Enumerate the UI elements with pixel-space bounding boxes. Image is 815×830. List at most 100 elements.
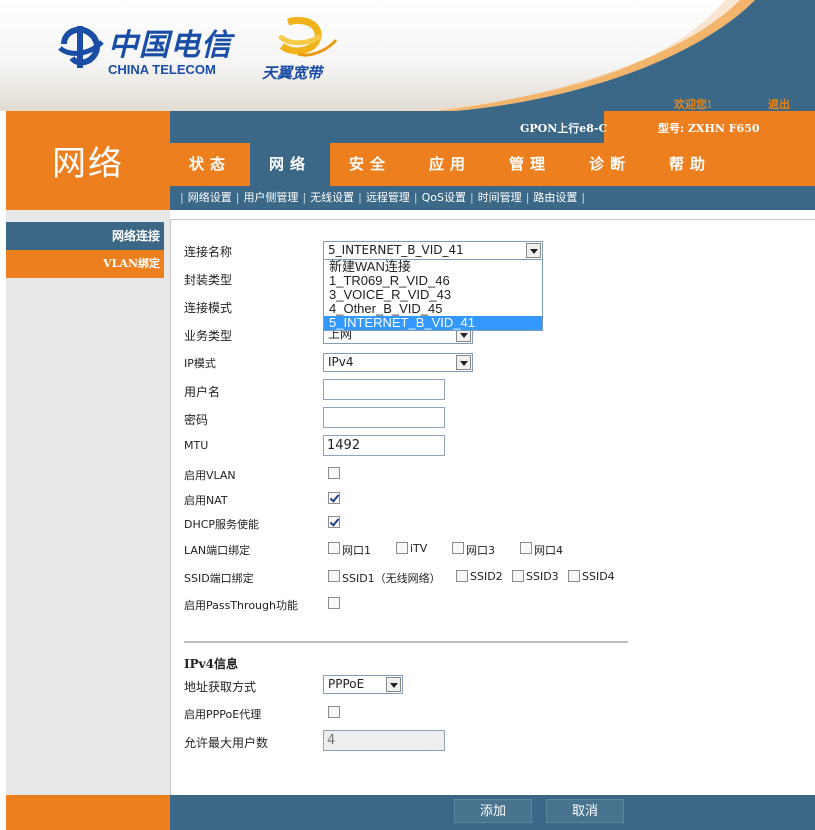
submenu-underline <box>170 210 815 220</box>
menu-item-security[interactable]: 安全 <box>330 143 410 186</box>
menu-item-help[interactable]: 帮助 <box>650 143 730 186</box>
submenu-separator: | <box>525 191 530 204</box>
submenu-remote-mgmt[interactable]: 远程管理 <box>366 191 410 204</box>
encap-type-label: 封装类型 <box>184 273 233 287</box>
mtu-input[interactable]: 1492 <box>323 435 445 456</box>
chevron-down-icon <box>526 243 541 258</box>
mtu-label: MTU <box>184 439 209 452</box>
submenu-separator: | <box>413 191 418 204</box>
ssid1-label: SSID1（无线网络） <box>342 572 441 585</box>
submenu-network-settings[interactable]: 网络设置 <box>188 191 232 204</box>
brand-name-en: CHINA TELECOM <box>108 62 216 77</box>
password-label: 密码 <box>184 413 209 427</box>
sidebar-item-network-connection[interactable]: 网络连接 <box>6 222 164 250</box>
submenu-route-settings[interactable]: 路由设置 <box>533 191 577 204</box>
product-logo-text: 天翼宽带 <box>262 64 323 82</box>
submenu-separator: | <box>180 191 184 204</box>
ssid4-checkbox[interactable] <box>568 570 580 582</box>
logout-link[interactable]: 退出 <box>768 96 790 112</box>
header-banner: 中国电信 CHINA TELECOM 天翼宽带 <box>0 0 815 111</box>
username-label: 用户名 <box>184 385 221 399</box>
sidebar <box>6 210 170 795</box>
banner-swoosh-graphic <box>395 0 815 111</box>
lan-port-itv-checkbox[interactable] <box>396 542 408 554</box>
dropdown-option[interactable]: 4_Other_B_VID_45 <box>324 302 542 316</box>
username-input[interactable] <box>323 379 445 400</box>
lan-port-4-checkbox[interactable] <box>520 542 532 554</box>
ssid4-label: SSID4 <box>582 570 615 583</box>
conn-name-label: 连接名称 <box>184 245 233 259</box>
addr-method-value: PPPoE <box>328 677 365 691</box>
submenu-separator: | <box>469 191 474 204</box>
submenu-separator: | <box>302 191 307 204</box>
addr-method-select[interactable]: PPPoE <box>323 675 403 694</box>
submenu-time-mgmt[interactable]: 时间管理 <box>478 191 522 204</box>
dropdown-option-selected[interactable]: 5_INTERNET_B_VID_41 <box>324 316 542 330</box>
lan-port-3-checkbox[interactable] <box>452 542 464 554</box>
ssid3-checkbox[interactable] <box>512 570 524 582</box>
nat-enable-checkbox[interactable] <box>328 492 340 504</box>
ssid1-checkbox[interactable] <box>328 570 340 582</box>
lan-port-itv-label: iTV <box>410 542 428 555</box>
vlan-enable-label: 启用VLAN <box>184 469 236 482</box>
lan-port-1-checkbox[interactable] <box>328 542 340 554</box>
gpon-label: GPON上行e8-C <box>520 122 608 135</box>
max-users-label: 允许最大用户数 <box>184 736 269 750</box>
ssid3-label: SSID3 <box>526 570 559 583</box>
ipv4-section-title: IPv4信息 <box>184 657 238 671</box>
model-label: 型号: ZXHN F650 <box>658 122 760 135</box>
lan-port-4-label: 网口4 <box>534 544 563 557</box>
addr-method-label: 地址获取方式 <box>184 680 257 694</box>
dropdown-option[interactable]: 3_VOICE_R_VID_43 <box>324 288 542 302</box>
submenu-separator: | <box>235 191 240 204</box>
brand-name-cn: 中国电信 <box>108 28 232 63</box>
dhcp-enable-checkbox[interactable] <box>328 516 340 528</box>
add-button[interactable]: 添加 <box>454 799 532 823</box>
pppoe-proxy-checkbox[interactable] <box>328 706 340 718</box>
service-type-label: 业务类型 <box>184 329 233 343</box>
footer-left-box <box>6 795 170 830</box>
ip-mode-select[interactable]: IPv4 <box>323 353 473 372</box>
menu-item-application[interactable]: 应用 <box>410 143 490 186</box>
nat-enable-label: 启用NAT <box>184 494 228 507</box>
submenu-user-side-mgmt[interactable]: 用户侧管理 <box>243 191 298 204</box>
ssid-binding-label: SSID端口绑定 <box>184 572 254 585</box>
section-title: 网络 <box>52 144 124 184</box>
ip-mode-label: IP模式 <box>184 357 216 370</box>
cancel-button[interactable]: 取消 <box>546 799 624 823</box>
lan-port-1-label: 网口1 <box>342 544 371 557</box>
ip-mode-value: IPv4 <box>328 355 354 369</box>
conn-name-dropdown-list: 新建WAN连接 1_TR069_R_VID_46 3_VOICE_R_VID_4… <box>323 259 543 331</box>
welcome-text: 欢迎您! <box>674 98 712 111</box>
submenu: | 网络设置 | 用户侧管理 | 无线设置 | 远程管理 | QoS设置 | 时间管理 | 路由设置 | <box>176 186 589 210</box>
china-telecom-logo: 中国电信 CHINA TELECOM <box>58 22 231 77</box>
menu-item-status[interactable]: 状态 <box>170 143 250 186</box>
ssid2-checkbox[interactable] <box>456 570 468 582</box>
dropdown-option[interactable]: 1_TR069_R_VID_46 <box>324 274 542 288</box>
menu-item-network[interactable]: 网络 <box>250 143 330 186</box>
submenu-qos-settings[interactable]: QoS设置 <box>422 191 466 204</box>
passthrough-label: 启用PassThrough功能 <box>184 599 298 612</box>
lan-port-3-label: 网口3 <box>466 544 495 557</box>
passthrough-checkbox[interactable] <box>328 597 340 609</box>
submenu-wireless-settings[interactable]: 无线设置 <box>310 191 354 204</box>
sidebar-item-vlan-binding[interactable]: VLAN绑定 <box>6 250 164 278</box>
conn-name-select[interactable]: 5_INTERNET_B_VID_41 <box>323 241 543 260</box>
conn-name-value: 5_INTERNET_B_VID_41 <box>328 243 464 257</box>
chevron-down-icon <box>386 677 401 692</box>
pppoe-proxy-label: 启用PPPoE代理 <box>184 708 262 721</box>
tianyi-swirl-icon <box>278 17 338 57</box>
ssid2-label: SSID2 <box>470 570 503 583</box>
max-users-input[interactable]: 4 <box>323 730 445 751</box>
tianyi-broadband-logo: 天翼宽带 <box>258 14 338 82</box>
password-input[interactable] <box>323 407 445 428</box>
submenu-separator: | <box>358 191 362 204</box>
menu-item-diagnosis[interactable]: 诊断 <box>570 143 650 186</box>
lan-binding-label: LAN端口绑定 <box>184 544 251 557</box>
menu-item-management[interactable]: 管理 <box>490 143 570 186</box>
china-telecom-emblem-icon <box>58 26 104 68</box>
dropdown-option[interactable]: 新建WAN连接 <box>324 260 542 274</box>
vlan-enable-checkbox[interactable] <box>328 467 340 479</box>
conn-mode-label: 连接模式 <box>184 301 233 315</box>
section-divider <box>184 641 628 643</box>
